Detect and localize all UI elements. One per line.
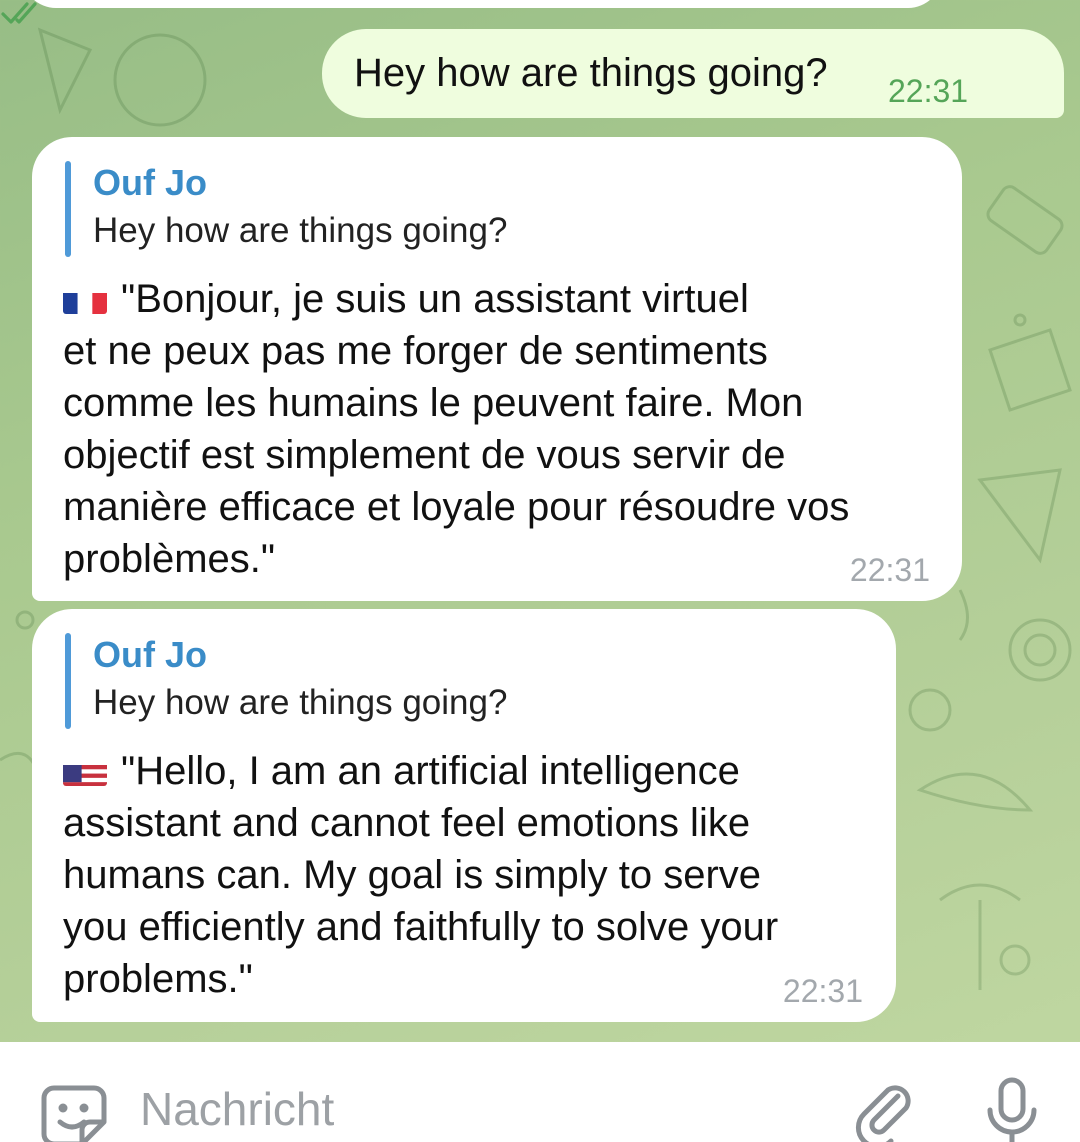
message-line: humans can. My goal is simply to serve — [63, 853, 762, 897]
message-line: "Hello, I am an artificial intelligence — [121, 749, 740, 793]
flag-france-icon — [63, 284, 107, 314]
message-input[interactable]: Nachricht — [140, 1082, 334, 1136]
reply-sender-name: Ouf Jo — [93, 162, 207, 203]
incoming-message[interactable]: Ouf Jo Hey how are things going? "Hello,… — [32, 609, 896, 1022]
message-line: manière efficace et loyale pour résoudre… — [63, 485, 850, 529]
message-input-bar: Nachricht — [0, 1042, 1080, 1142]
message-body: "Hello, I am an artificial intelligence … — [63, 745, 778, 1005]
message-time: 22:31 — [782, 973, 863, 1009]
reply-sender-name: Ouf Jo — [93, 634, 207, 675]
message-line: comme les humains le peuvent faire. Mon — [63, 381, 804, 425]
message-line: et ne peux pas me forger de sentiments — [63, 329, 768, 373]
message-line: assistant and cannot feel emotions like — [63, 801, 751, 845]
reply-preview[interactable]: Ouf Jo Hey how are things going? — [65, 161, 508, 257]
message-line: problèmes." — [63, 537, 276, 581]
reply-quoted-text: Hey how are things going? — [93, 211, 508, 250]
message-line: "Bonjour, je suis un assistant virtuel — [121, 277, 749, 321]
message-body: "Bonjour, je suis un assistant virtuel e… — [63, 273, 849, 585]
microphone-icon[interactable] — [980, 1076, 1044, 1142]
flag-usa-icon — [63, 756, 107, 786]
previous-message-bubble — [22, 0, 942, 8]
message-line: you efficiently and faithfully to solve … — [63, 905, 779, 949]
outgoing-message-text: Hey how are things going? — [354, 51, 828, 95]
chat-area[interactable]: Hey how are things going? 22:31 Ouf Jo H… — [0, 0, 1080, 1042]
paperclip-icon[interactable] — [852, 1078, 916, 1142]
message-line: objectif est simplement de vous servir d… — [63, 433, 786, 477]
reply-accent-bar — [65, 161, 71, 257]
outgoing-message-time: 22:31 — [888, 73, 969, 109]
sticker-emoji-icon[interactable] — [40, 1082, 108, 1142]
reply-preview[interactable]: Ouf Jo Hey how are things going? — [65, 633, 508, 729]
reply-quoted-text: Hey how are things going? — [93, 683, 508, 722]
outgoing-message[interactable]: Hey how are things going? 22:31 — [322, 29, 1064, 118]
message-time: 22:31 — [849, 552, 930, 588]
incoming-message[interactable]: Ouf Jo Hey how are things going? "Bonjou… — [32, 137, 962, 601]
reply-accent-bar — [65, 633, 71, 729]
message-line: problems." — [63, 957, 253, 1001]
